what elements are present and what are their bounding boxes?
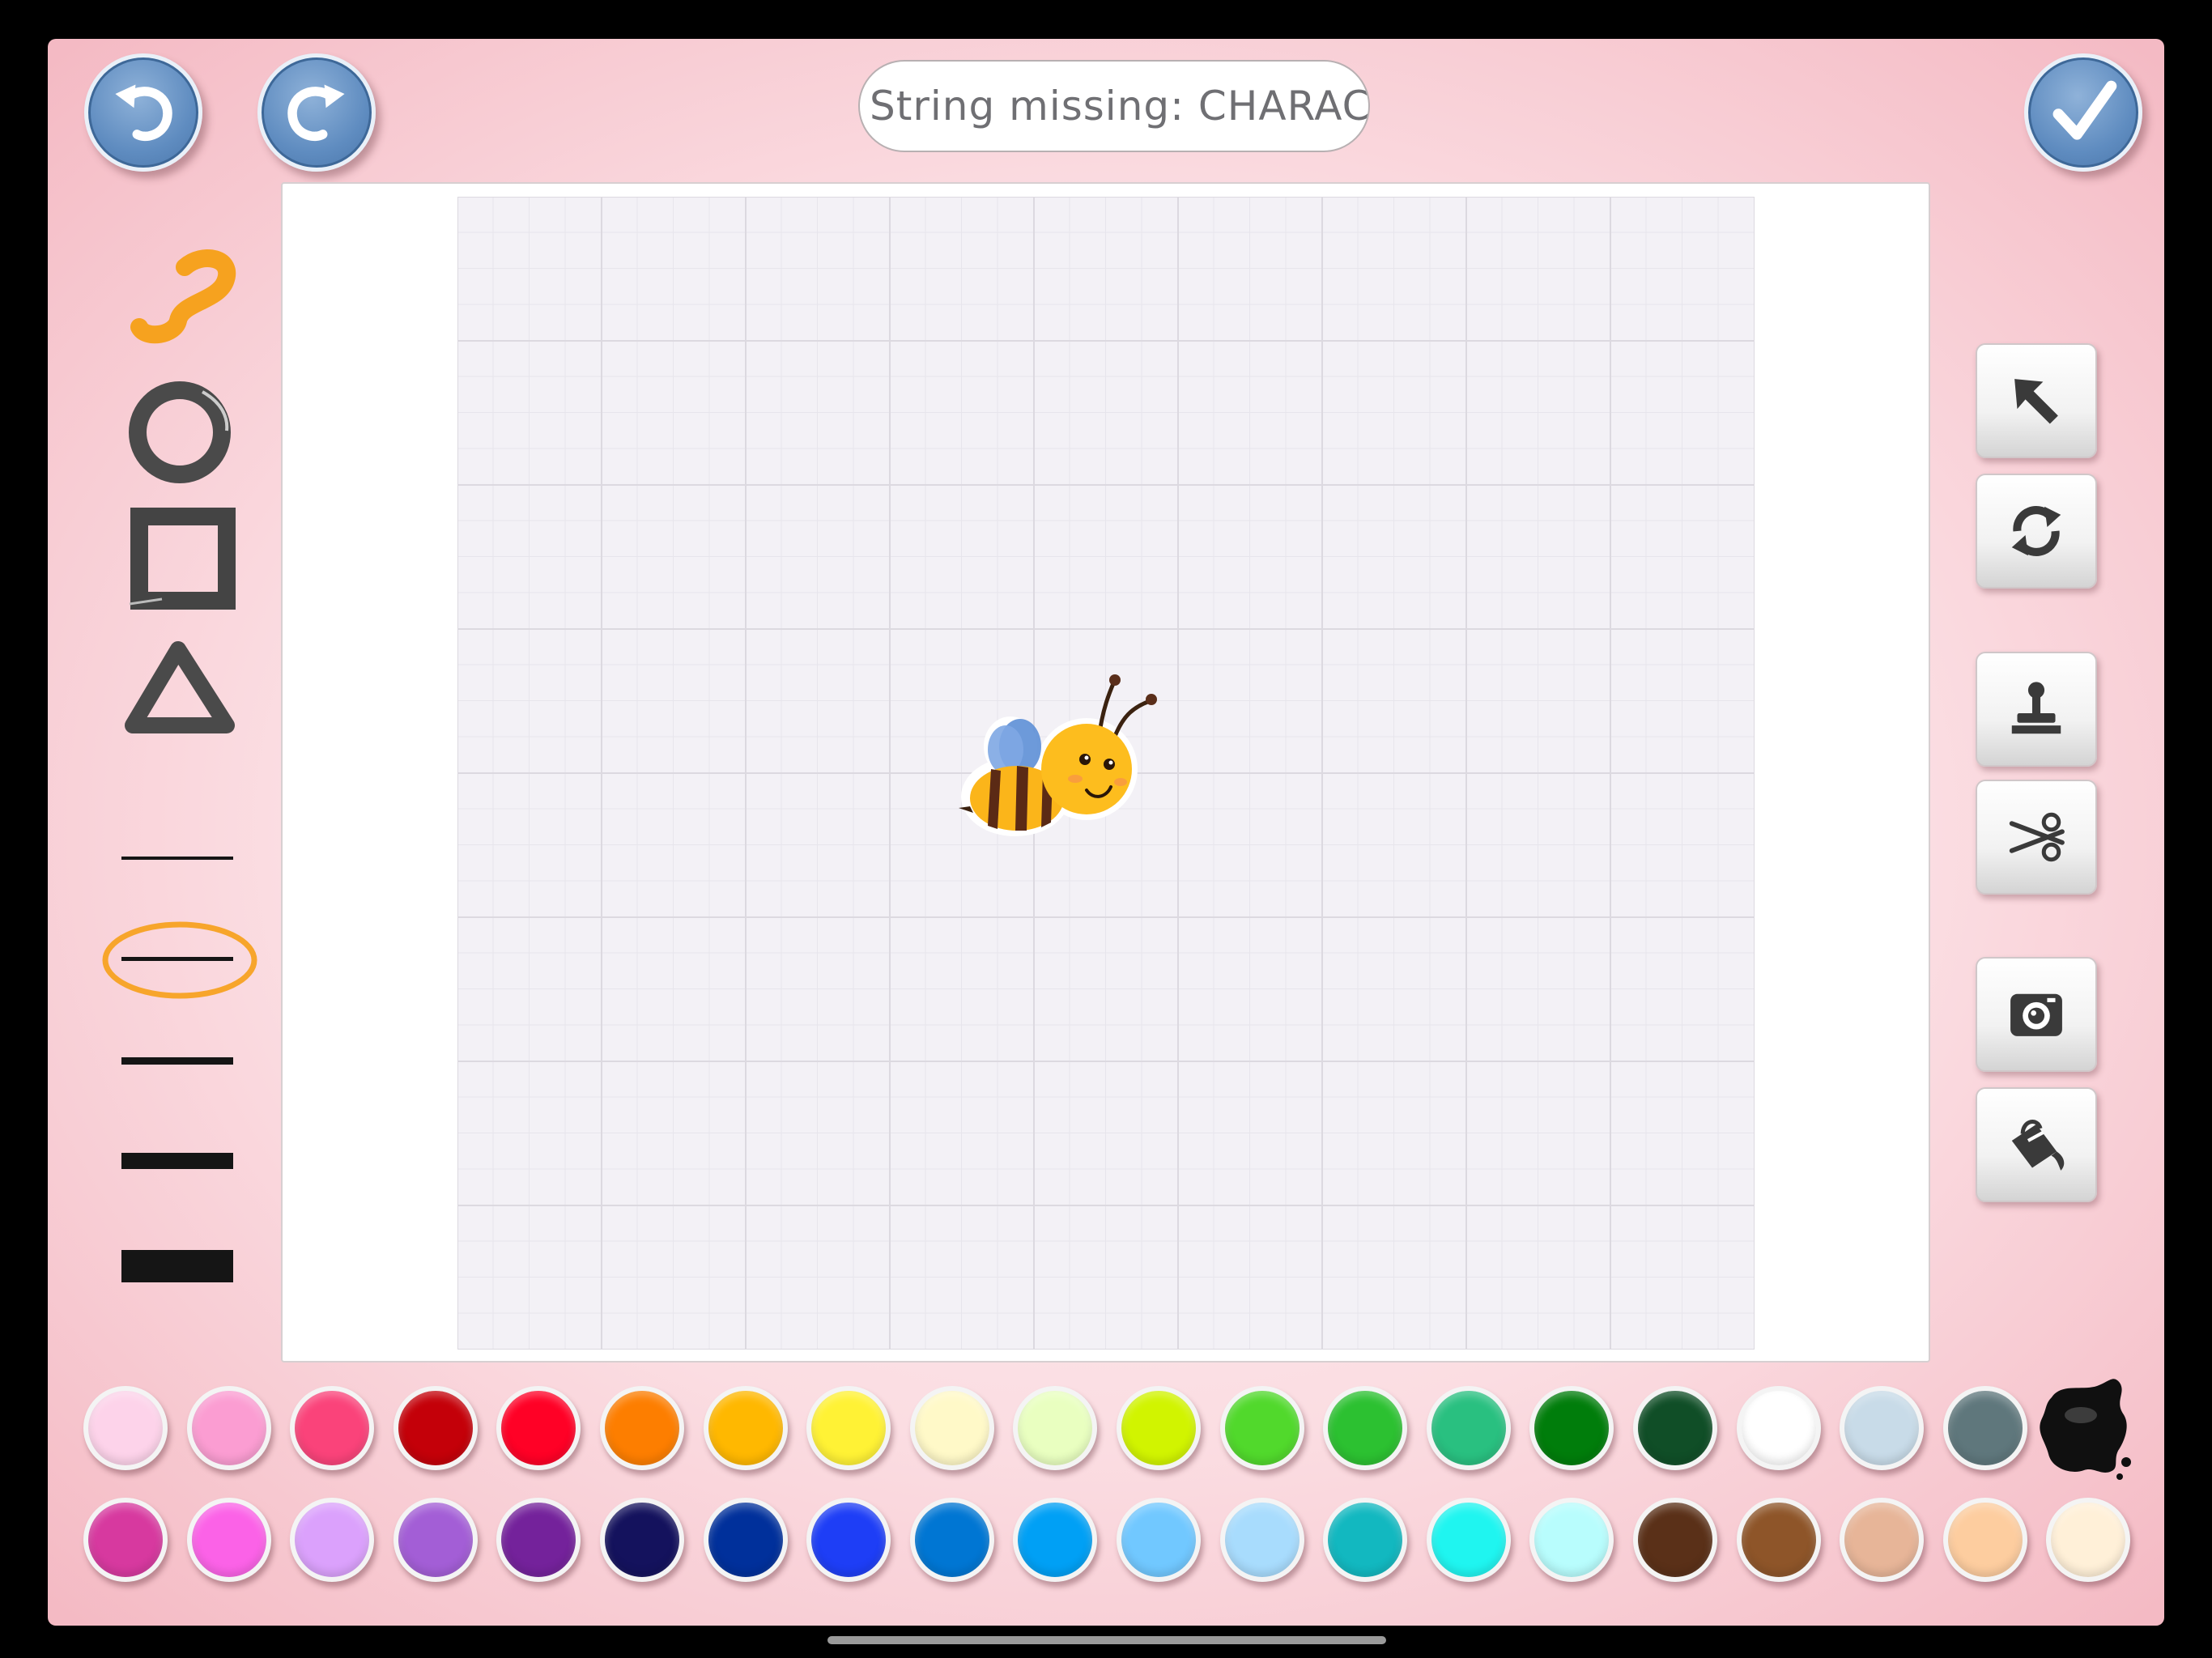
line-width-thin[interactable] (121, 957, 233, 961)
color-swatch[interactable] (496, 1386, 581, 1470)
color-swatch[interactable] (1219, 1386, 1304, 1470)
color-swatch[interactable] (496, 1498, 581, 1582)
ink-splat-icon[interactable] (2035, 1373, 2136, 1486)
color-swatch[interactable] (1426, 1498, 1511, 1582)
fill-bucket-tool[interactable] (1976, 1087, 2097, 1202)
color-swatch[interactable] (1942, 1498, 2027, 1582)
stamp-icon (2011, 682, 2061, 734)
rectangle-tool[interactable] (121, 502, 243, 615)
color-swatch[interactable] (1013, 1386, 1098, 1470)
color-swatch[interactable] (393, 1498, 478, 1582)
arrow-pointer-icon (2014, 379, 2058, 424)
line-width-extra-thick[interactable] (121, 1250, 233, 1282)
color-swatch[interactable] (186, 1498, 271, 1582)
color-swatch[interactable] (1013, 1498, 1098, 1582)
stamp-tool[interactable] (1976, 652, 2097, 767)
color-swatch[interactable] (393, 1386, 478, 1470)
color-swatch[interactable] (1219, 1498, 1304, 1582)
color-swatch[interactable] (909, 1386, 994, 1470)
color-swatch[interactable] (2046, 1498, 2131, 1582)
camera-icon (2010, 993, 2062, 1036)
undo-button[interactable] (84, 53, 202, 172)
color-swatch[interactable] (1942, 1386, 2027, 1470)
color-swatch[interactable] (1529, 1498, 1614, 1582)
color-swatch[interactable] (703, 1386, 788, 1470)
line-width-medium[interactable] (121, 1057, 233, 1065)
freehand-brush-tool[interactable] (121, 243, 243, 348)
color-swatch[interactable] (290, 1386, 375, 1470)
rotate-icon (2011, 506, 2061, 556)
paint-bucket-icon (2011, 1120, 2065, 1171)
color-swatch[interactable] (83, 1498, 168, 1582)
color-swatch[interactable] (83, 1386, 168, 1470)
done-button[interactable] (2024, 53, 2142, 172)
color-swatch[interactable] (1117, 1386, 1201, 1470)
color-swatch[interactable] (806, 1386, 891, 1470)
color-swatch[interactable] (1633, 1386, 1717, 1470)
color-swatch[interactable] (290, 1498, 375, 1582)
scissors-icon (2009, 812, 2065, 862)
line-width-thick[interactable] (121, 1153, 233, 1169)
camera-tool[interactable] (1976, 957, 2097, 1072)
color-swatch[interactable] (703, 1498, 788, 1582)
color-swatch[interactable] (1323, 1498, 1408, 1582)
line-width-extra-thin[interactable] (121, 857, 233, 860)
color-swatch[interactable] (600, 1386, 684, 1470)
color-swatch[interactable] (1736, 1386, 1821, 1470)
square-icon (129, 508, 236, 610)
color-swatch[interactable] (1840, 1498, 1925, 1582)
color-swatch[interactable] (1840, 1386, 1925, 1470)
squiggle-icon (130, 249, 236, 344)
redo-button[interactable] (257, 53, 376, 172)
color-swatch[interactable] (909, 1498, 994, 1582)
checkmark-icon (2052, 80, 2117, 140)
bee-sticker[interactable] (955, 669, 1174, 855)
undo-icon (115, 84, 172, 142)
drawing-title-text: String missing: CHARACTER_STR_NAME_CHANG… (870, 83, 1370, 130)
circle-tool[interactable] (121, 374, 243, 487)
drawing-title-field[interactable]: String missing: CHARACTER_STR_NAME_CHANG… (858, 60, 1370, 152)
circle-icon (129, 381, 231, 483)
home-indicator (827, 1636, 1386, 1644)
color-swatch[interactable] (600, 1498, 684, 1582)
select-tool[interactable] (1976, 343, 2097, 458)
color-swatch[interactable] (1426, 1386, 1511, 1470)
triangle-tool[interactable] (121, 635, 243, 740)
color-swatch[interactable] (1117, 1498, 1201, 1582)
color-swatch[interactable] (1736, 1498, 1821, 1582)
redo-icon (287, 84, 345, 142)
rotate-tool[interactable] (1976, 474, 2097, 589)
color-swatch[interactable] (806, 1498, 891, 1582)
color-swatch[interactable] (1633, 1498, 1717, 1582)
triangle-icon (125, 641, 235, 733)
scissors-tool[interactable] (1976, 780, 2097, 895)
color-swatch[interactable] (1529, 1386, 1614, 1470)
color-swatch[interactable] (186, 1386, 271, 1470)
color-swatch[interactable] (1323, 1386, 1408, 1470)
